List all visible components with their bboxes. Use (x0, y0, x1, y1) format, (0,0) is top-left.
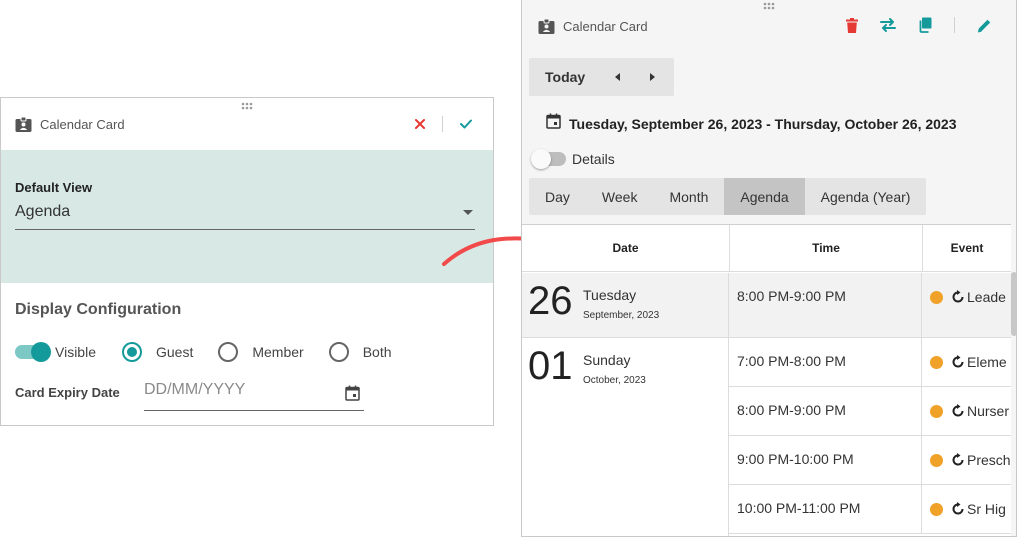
copy-icon[interactable] (918, 17, 932, 33)
event-title: Eleme (967, 354, 1007, 370)
event-title: Presch (967, 452, 1011, 468)
column-header-event: Event (923, 225, 1011, 272)
tab-week[interactable]: Week (586, 178, 654, 215)
id-badge-icon (538, 18, 555, 34)
event-time: 7:00 PM-8:00 PM (729, 338, 922, 387)
calendar-icon[interactable] (345, 385, 360, 406)
event-row[interactable]: Presch (922, 436, 1011, 485)
recurring-icon (951, 502, 965, 519)
divider (442, 116, 443, 132)
swap-icon[interactable] (880, 18, 896, 32)
vertical-scrollbar[interactable] (1011, 272, 1016, 336)
id-badge-icon (15, 116, 32, 132)
event-time: 8:00 PM-9:00 PM (729, 387, 922, 436)
calendar-card-editor: Calendar Card Default View Agenda Displa… (0, 97, 494, 426)
details-toggle-row: Details (531, 149, 615, 169)
day-number: 26 (528, 279, 573, 323)
trash-icon[interactable] (846, 17, 858, 33)
divider (954, 17, 955, 33)
event-row[interactable]: Sr Hig (922, 485, 1011, 534)
visible-toggle[interactable] (15, 342, 51, 362)
radio-guest-label: Guest (156, 344, 194, 360)
card-title: Calendar Card (40, 116, 125, 132)
next-arrow-icon[interactable] (650, 73, 656, 81)
tab-day[interactable]: Day (529, 178, 586, 215)
event-row[interactable]: Eleme (922, 338, 1011, 387)
event-time: 9:00 PM-10:00 PM (729, 436, 922, 485)
tab-agenda[interactable]: Agenda (724, 178, 805, 215)
visibility-options: Visible Guest Member Both (15, 341, 392, 363)
check-icon[interactable] (459, 118, 473, 130)
radio-guest[interactable] (122, 342, 142, 362)
radio-both[interactable] (328, 342, 349, 362)
day-number: 01 (528, 344, 573, 388)
column-header-time: Time (730, 225, 923, 272)
default-view-section: Default View Agenda (1, 150, 493, 283)
event-time: 8:00 PM-9:00 PM (729, 273, 922, 338)
event-title: Nurser (967, 403, 1010, 419)
details-toggle[interactable] (531, 149, 566, 169)
agenda-date-cell: 01 Sunday October, 2023 (522, 338, 729, 536)
default-view-select[interactable]: Agenda (15, 200, 475, 230)
event-title: Sr Hig (967, 501, 1006, 517)
weekday: Tuesday (583, 287, 637, 303)
recurring-icon (951, 453, 965, 470)
display-configuration-title: Display Configuration (15, 301, 182, 318)
agenda-date-cell: 26 Tuesday September, 2023 (522, 273, 729, 338)
month-year: October, 2023 (583, 375, 646, 386)
agenda-table: Date Time Event 26 Tuesday September, 20… (522, 224, 1011, 536)
card-expiry-label: Card Expiry Date (15, 385, 120, 400)
event-title: Leade (967, 289, 1006, 305)
event-row[interactable]: Nurser (922, 387, 1011, 436)
event-color-dot (930, 503, 943, 516)
radio-member[interactable] (218, 342, 239, 362)
calendar-card-preview: Calendar Card Today Tuesday, September 2… (521, 0, 1017, 537)
default-view-label: Default View (15, 180, 93, 195)
event-time: 10:00 PM-11:00 PM (729, 485, 922, 534)
previous-arrow-icon[interactable] (615, 73, 621, 81)
recurring-icon (951, 355, 965, 372)
event-color-dot (930, 291, 943, 304)
column-header-date: Date (522, 225, 730, 272)
details-label: Details (572, 151, 615, 167)
card-title: Calendar Card (563, 18, 648, 34)
radio-both-label: Both (362, 344, 392, 360)
pencil-icon[interactable] (977, 18, 992, 33)
card-expiry-field (144, 375, 364, 411)
date-range-text: Tuesday, September 26, 2023 - Thursday, … (569, 115, 957, 132)
event-row[interactable]: Leade (922, 273, 1011, 338)
visible-label: Visible (55, 344, 96, 360)
date-navigation: Today (529, 58, 674, 96)
recurring-icon (951, 290, 965, 307)
today-button[interactable]: Today (545, 69, 585, 85)
radio-member-label: Member (252, 344, 304, 360)
weekday: Sunday (583, 352, 631, 368)
event-color-dot (930, 356, 943, 369)
card-expiry-input[interactable] (144, 381, 334, 399)
date-range: Tuesday, September 26, 2023 - Thursday, … (546, 113, 957, 134)
month-year: September, 2023 (583, 310, 660, 321)
recurring-icon (951, 404, 965, 421)
event-color-dot (930, 405, 943, 418)
default-view-value: Agenda (15, 203, 71, 220)
event-color-dot (930, 454, 943, 467)
tab-month[interactable]: Month (653, 178, 724, 215)
calendar-icon (546, 113, 561, 134)
view-tabs: Day Week Month Agenda Agenda (Year) (529, 178, 927, 215)
tab-agenda-year[interactable]: Agenda (Year) (805, 178, 927, 215)
close-icon[interactable] (414, 118, 426, 130)
chevron-down-icon (463, 210, 473, 215)
